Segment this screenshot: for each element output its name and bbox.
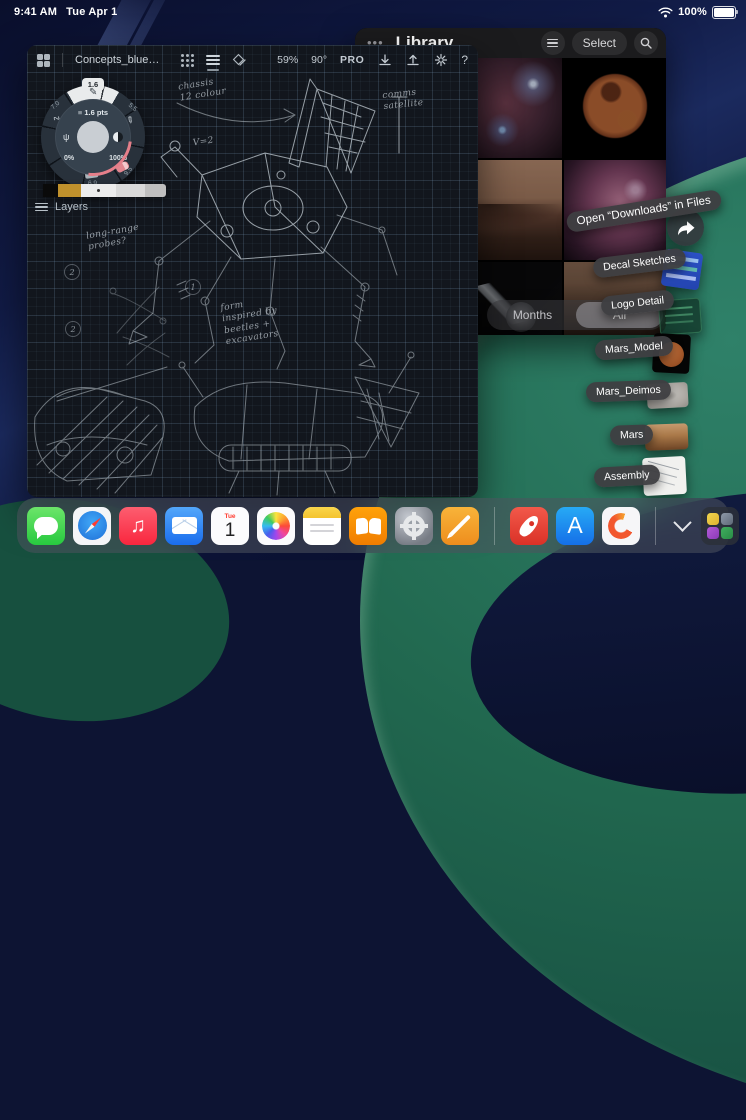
list-icon — [547, 39, 559, 47]
annotation-circled-number: 2 — [65, 321, 81, 337]
opacity-min-label: 0% — [64, 155, 75, 162]
dock-app-photos[interactable] — [257, 506, 295, 545]
chevron-down-icon — [672, 513, 692, 532]
dock: ♫ Tue 1 A — [17, 498, 739, 553]
dock-app-app-store[interactable]: A — [556, 506, 594, 545]
opacity-max-label: 100% — [109, 155, 127, 162]
forward-arrow-icon — [677, 220, 694, 235]
dock-divider — [655, 506, 656, 545]
clock: 9:41 AM — [14, 6, 58, 18]
notes-header-stripe — [303, 506, 341, 518]
dock-app-safari[interactable] — [73, 506, 111, 545]
segment-months[interactable]: Months — [489, 302, 576, 328]
search-button[interactable] — [634, 31, 658, 55]
dock-divider — [494, 506, 495, 545]
swatch-black[interactable] — [43, 184, 58, 197]
calendar-day: 1 — [224, 520, 236, 541]
swatch-white[interactable] — [81, 184, 116, 197]
dock-app-messages[interactable] — [27, 506, 65, 545]
dock-app-settings[interactable] — [395, 506, 433, 545]
gear-icon — [400, 511, 428, 540]
stroke-width-label: 1.6 pts — [55, 108, 131, 117]
layers-icon — [35, 202, 48, 212]
date: Tue Apr 1 — [66, 6, 118, 18]
rocket-icon — [516, 512, 542, 539]
app-library-grid-icon — [707, 512, 733, 539]
drag-item-label[interactable]: Mars_Deimos — [585, 379, 672, 403]
pen-icon — [449, 514, 471, 537]
dock-app-library[interactable] — [701, 506, 739, 545]
opacity-icon[interactable] — [113, 132, 123, 142]
dock-app-notes[interactable] — [303, 506, 341, 545]
swatch-gold[interactable] — [58, 184, 81, 197]
photo-tile[interactable] — [563, 58, 666, 158]
battery-icon — [712, 5, 738, 19]
wifi-icon — [658, 6, 673, 17]
color-puck[interactable] — [77, 121, 109, 153]
list-view-button[interactable] — [540, 31, 565, 55]
swatch-gray[interactable] — [145, 184, 166, 197]
select-button[interactable]: Select — [571, 31, 627, 55]
annotation-circled-number: 2 — [64, 264, 80, 280]
envelope-icon — [171, 517, 197, 534]
annotation-inspired: form inspired by beetles + excavators — [219, 299, 280, 347]
pen-tool-icon[interactable]: ✎ — [89, 87, 97, 98]
dock-app-concepts[interactable] — [602, 506, 640, 545]
dock-app-sketch-pen[interactable] — [441, 506, 479, 545]
color-swatch-bar — [43, 184, 166, 197]
annotation-comms: comms satellite — [381, 87, 425, 113]
compass-icon — [77, 511, 107, 540]
drag-item-label[interactable]: Mars — [609, 424, 654, 446]
search-icon — [640, 37, 652, 49]
dock-app-calendar[interactable]: Tue 1 — [211, 506, 249, 545]
battery-percent: 100% — [678, 6, 707, 18]
drag-item-label[interactable]: Assembly — [593, 464, 660, 488]
app-store-a-icon: A — [567, 512, 583, 538]
dock-app-books[interactable] — [349, 506, 387, 545]
notes-line — [310, 529, 334, 532]
layers-label: Layers — [55, 201, 89, 213]
music-note-icon: ♫ — [130, 513, 146, 537]
open-book-icon — [356, 516, 380, 535]
tool-wheel-inner[interactable]: 1.6 pts ψ 0% 100% — [55, 99, 131, 175]
swatch-lightgray[interactable] — [116, 184, 145, 197]
annotation-circled-number: 1 — [185, 279, 201, 295]
concepts-window[interactable]: chassis 12 colour comms satellite V=2 lo… — [27, 45, 478, 497]
tool-wheel[interactable]: 1.6 7.0 5.5 6.9 9.5 ∿ ✎ ✎ 1.6 pts ψ 0% 1… — [41, 78, 145, 189]
layers-button[interactable]: Layers — [35, 201, 88, 213]
dock-app-rocket[interactable] — [510, 506, 548, 545]
dock-app-music[interactable]: ♫ — [119, 506, 157, 545]
dock-collapse-button[interactable] — [671, 507, 693, 545]
photos-flower-icon — [262, 511, 290, 540]
status-bar: 9:41 AM Tue Apr 1 100% — [0, 0, 746, 24]
notes-line — [310, 523, 334, 526]
dock-app-mail[interactable] — [165, 506, 203, 545]
texture-icon[interactable]: ψ — [63, 132, 69, 142]
concepts-c-icon — [608, 512, 634, 539]
chat-bubble-icon — [34, 516, 58, 539]
